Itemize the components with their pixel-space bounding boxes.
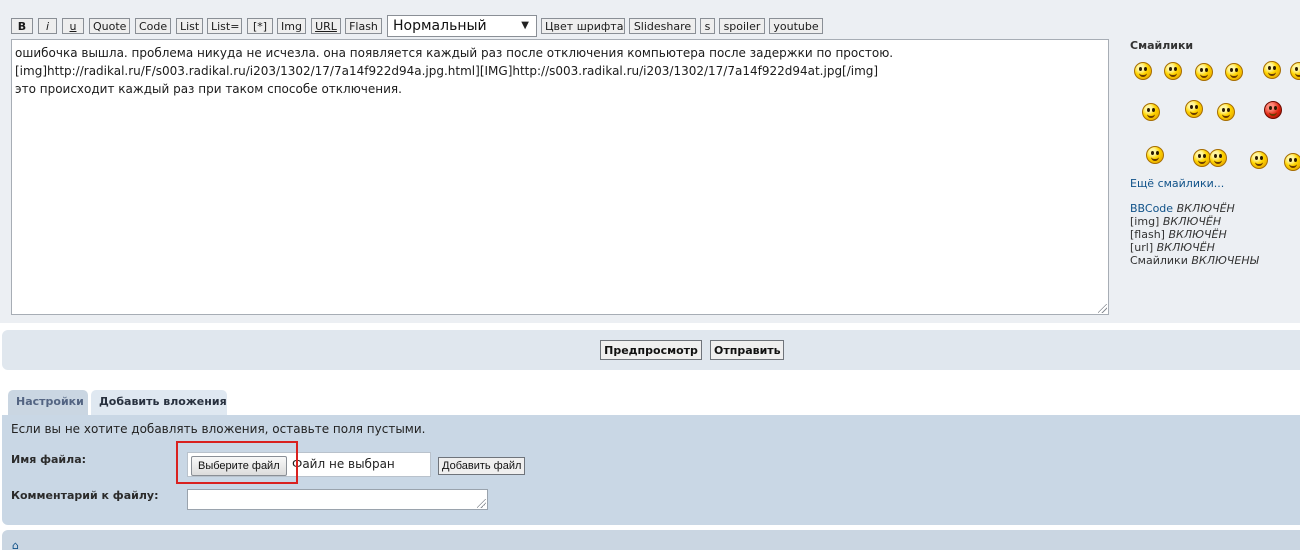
status-line: Смайлики ВКЛЮЧЕНЫ [1130,254,1259,267]
italic-button[interactable]: i [38,18,57,34]
grin-icon[interactable] [1195,63,1213,81]
dropdown-arrow-icon: ▼ [521,20,529,31]
status-value: ВКЛЮЧЕНЫ [1191,254,1259,267]
no-file-chosen-text: Файл не выбран [292,457,395,471]
list-button[interactable]: List [176,18,203,34]
wave-icon[interactable] [1142,103,1160,121]
bbcode-help-link[interactable]: BBCode [1130,202,1173,215]
choose-file-button[interactable]: Выберите файл [191,456,287,476]
tab-settings[interactable]: Настройки [8,390,88,415]
smiley-icon[interactable] [1134,62,1152,80]
attachments-panel: Если вы не хотите добавлять вложения, ос… [2,415,1300,525]
ordered-list-button[interactable]: List= [207,18,242,34]
message-line: это происходит каждый раз при таком спос… [15,82,402,96]
slideshare-button[interactable]: Slideshare [629,18,696,34]
message-line: ошибочка вышла. проблема никуда не исчез… [15,46,894,60]
footer-bar: ⌂ [2,530,1300,550]
quote-button[interactable]: Quote [89,18,130,34]
submit-bar: Предпросмотр Отправить [2,330,1300,370]
smiley-icon[interactable] [1146,146,1164,164]
status-value: ВКЛЮЧЁН [1176,202,1235,215]
url-button[interactable]: URL [311,18,341,34]
tab-attachments[interactable]: Добавить вложения [91,390,227,415]
kiss-icon[interactable] [1217,103,1235,121]
smiley-icon[interactable] [1164,62,1182,80]
status-line: [url] ВКЛЮЧЁН [1130,241,1259,254]
smiley-icon[interactable] [1284,153,1300,171]
message-line: [img]http://radikal.ru/F/s003.radikal.ru… [15,64,879,78]
bbcode-status-list: BBCode ВКЛЮЧЁН [img] ВКЛЮЧЁН [flash] ВКЛ… [1130,202,1259,267]
message-textarea[interactable]: ошибочка вышла. проблема никуда не исчез… [11,39,1109,315]
devil-icon[interactable] [1264,101,1282,119]
file-input[interactable]: Выберите файл Файл не выбран [187,452,431,477]
filename-label: Имя файла: [11,453,87,466]
smilies-title: Смайлики [1130,39,1194,52]
code-button[interactable]: Code [135,18,171,34]
preview-button[interactable]: Предпросмотр [600,340,702,360]
file-comment-label: Комментарий к файлу: [11,489,159,502]
strike-button[interactable]: s [700,18,715,34]
status-value: ВКЛЮЧЁН [1156,241,1215,254]
smiley-icon[interactable] [1263,61,1281,79]
status-value: ВКЛЮЧЁН [1162,215,1222,228]
more-smilies-link[interactable]: Ещё смайлики... [1130,177,1224,190]
status-value: ВКЛЮЧЁН [1168,228,1227,241]
status-line: [flash] ВКЛЮЧЁН [1130,228,1259,241]
attachments-note: Если вы не хотите добавлять вложения, ос… [11,422,426,436]
submit-button[interactable]: Отправить [710,340,784,360]
post-editor-panel: B i u Quote Code List List= [*] Img URL … [0,0,1300,323]
status-label: [flash] [1130,228,1165,241]
blush-icon[interactable] [1185,100,1203,118]
font-color-button[interactable]: Цвет шрифта [541,18,625,34]
resize-grip-icon[interactable] [477,499,486,508]
status-label: [img] [1130,215,1160,228]
add-file-button[interactable]: Добавить файл [438,457,526,475]
status-label: [url] [1130,241,1154,254]
spoiler-button[interactable]: spoiler [719,18,765,34]
crowd-icon[interactable] [1209,149,1227,167]
home-icon[interactable]: ⌂ [12,539,19,550]
youtube-button[interactable]: youtube [769,18,823,34]
angel-icon[interactable] [1250,151,1268,169]
smiley-icon[interactable] [1290,62,1300,80]
bold-button[interactable]: B [11,18,33,34]
status-line: BBCode ВКЛЮЧЁН [1130,202,1259,215]
smiley-icon[interactable] [1225,63,1243,81]
list-item-button[interactable]: [*] [247,18,273,34]
resize-grip-icon[interactable] [1098,304,1107,313]
file-comment-textarea[interactable] [187,489,488,510]
font-size-value: Нормальный [393,18,487,34]
status-label: Смайлики [1130,254,1188,267]
img-button[interactable]: Img [277,18,306,34]
font-size-select[interactable]: Нормальный ▼ [387,15,537,37]
flash-button[interactable]: Flash [345,18,382,34]
underline-button[interactable]: u [62,18,84,34]
status-line: [img] ВКЛЮЧЁН [1130,215,1259,228]
